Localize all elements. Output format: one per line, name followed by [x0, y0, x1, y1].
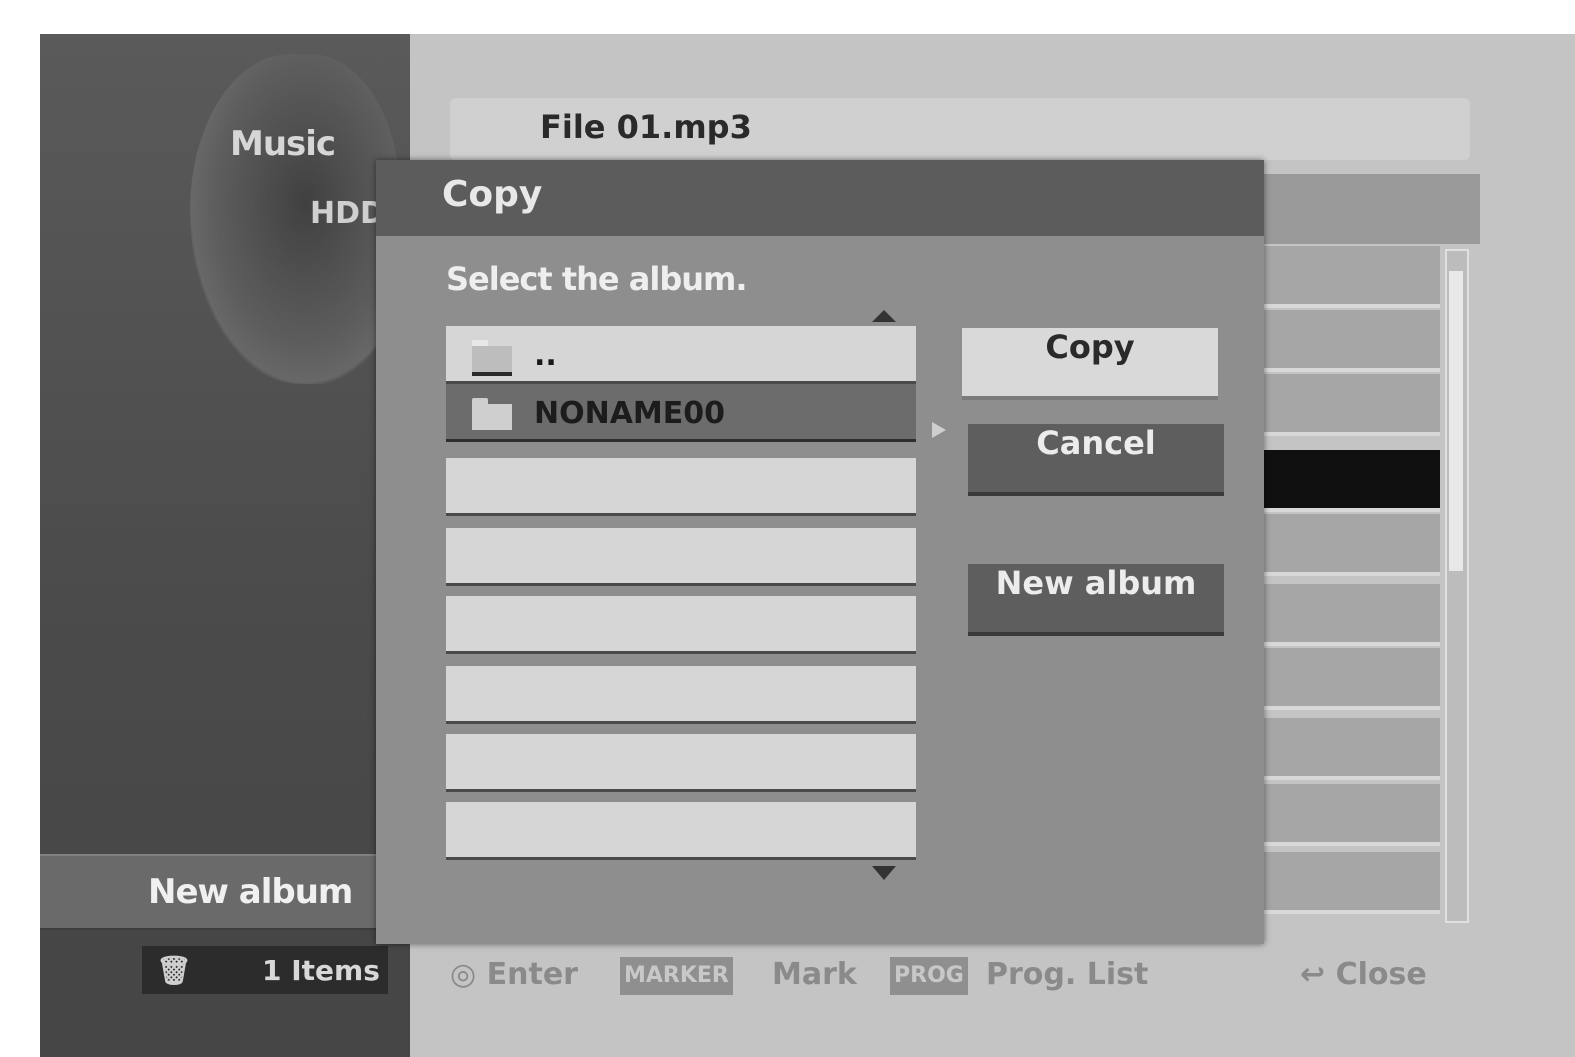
- file-list-row[interactable]: [1260, 310, 1440, 372]
- folder-icon: [472, 398, 512, 430]
- tv-menu-screen: Music HDD New album 🗑 1 Items File 01.mp…: [40, 34, 1575, 1057]
- filename-bar: File 01.mp3: [450, 98, 1470, 160]
- album-row-empty[interactable]: [446, 734, 916, 792]
- left-new-album-option[interactable]: New album: [40, 854, 410, 930]
- album-row-parent[interactable]: ..: [446, 326, 916, 384]
- scrollbar-thumb[interactable]: [1449, 271, 1463, 571]
- copy-dialog: Copy Select the album. .. NONAME00 Copy …: [376, 160, 1264, 944]
- marker-key: MARKER: [620, 957, 733, 995]
- left-panel: Music HDD New album 🗑 1 Items: [40, 34, 410, 1057]
- new-album-button[interactable]: New album: [968, 564, 1224, 636]
- album-row-empty[interactable]: [446, 596, 916, 654]
- file-list-row[interactable]: [1260, 784, 1440, 846]
- prog-list-label: Prog. List: [986, 957, 1149, 992]
- album-label: NONAME00: [534, 396, 726, 431]
- scroll-up-arrow-icon[interactable]: [872, 310, 896, 322]
- trash-icon: 🗑: [156, 954, 192, 987]
- file-list-row-selected[interactable]: [1260, 450, 1440, 512]
- right-arrow-icon: [932, 422, 946, 438]
- item-count-box: 🗑 1 Items: [142, 946, 388, 994]
- source-label: HDD: [310, 196, 385, 231]
- album-row-empty[interactable]: [446, 528, 916, 586]
- footer-hints: ◎ Enter MARKER Mark PROG Prog. List ↩ Cl…: [450, 949, 1480, 1009]
- close-hint: ↩ Close: [1300, 957, 1427, 992]
- file-list-row[interactable]: [1260, 648, 1440, 710]
- prog-key: PROG: [890, 957, 968, 995]
- album-row-empty[interactable]: [446, 666, 916, 724]
- file-list-row[interactable]: [1260, 718, 1440, 780]
- album-row-empty[interactable]: [446, 802, 916, 860]
- file-list-row[interactable]: [1260, 246, 1440, 308]
- list-header: [1260, 174, 1480, 244]
- enter-hint: ◎ Enter: [450, 957, 578, 992]
- dialog-prompt: Select the album.: [446, 260, 747, 298]
- list-scrollbar[interactable]: [1445, 249, 1469, 923]
- mark-label: Mark: [772, 957, 857, 992]
- file-list-row[interactable]: [1260, 852, 1440, 914]
- copy-button[interactable]: Copy: [962, 328, 1218, 400]
- cancel-button[interactable]: Cancel: [968, 424, 1224, 496]
- file-list-row[interactable]: [1260, 584, 1440, 646]
- enter-label: Enter: [486, 957, 578, 992]
- scroll-down-arrow-icon[interactable]: [872, 866, 896, 880]
- left-new-album-label: New album: [148, 872, 353, 912]
- close-label: Close: [1335, 957, 1427, 992]
- dialog-title: Copy: [442, 174, 543, 215]
- filename-text: File 01.mp3: [540, 108, 752, 146]
- folder-up-icon: [472, 340, 512, 376]
- album-row-selected[interactable]: NONAME00: [446, 384, 916, 442]
- item-count: 1 Items: [262, 954, 380, 987]
- file-list-row[interactable]: [1260, 374, 1440, 436]
- section-title: Music: [230, 124, 336, 164]
- album-row-empty[interactable]: [446, 458, 916, 516]
- file-list-row[interactable]: [1260, 514, 1440, 576]
- album-label: ..: [534, 338, 557, 373]
- dialog-titlebar: Copy: [376, 160, 1264, 236]
